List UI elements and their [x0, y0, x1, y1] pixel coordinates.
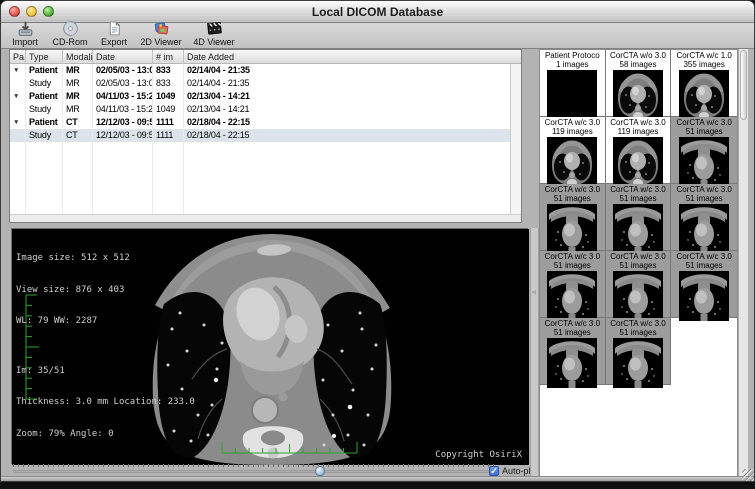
column-header-date[interactable]: Date [93, 50, 153, 63]
table-row[interactable]: StudyMR 04/11/03 - 15:271049 02/13/04 - … [10, 103, 521, 116]
table-row[interactable]: StudyMR 02/05/03 - 13:05833 02/14/04 - 2… [10, 77, 521, 90]
series-thumbnail-selected[interactable]: CorCTA w/c 3.051 images [671, 184, 737, 251]
viewer-overlay-bottom-left: Im: 35/51 Thickness: 3.0 mm Location: 23… [16, 345, 195, 461]
autoplay-checkbox[interactable]: ✓ [489, 466, 499, 476]
column-header-im[interactable]: # im [153, 50, 184, 63]
thumbnail-image [613, 271, 663, 321]
thumbnail-image [679, 137, 729, 187]
table-empty-area [10, 142, 521, 214]
series-thumbnail-selected[interactable]: CorCTA w/c 3.051 images [606, 184, 672, 251]
disclosure-triangle-icon[interactable]: ▼ [13, 67, 19, 74]
4d-viewer-button[interactable]: 4D Viewer [190, 20, 238, 47]
series-thumbnail-selected[interactable]: CorCTA w/c 3.051 images [606, 318, 672, 385]
viewer-copyright: Copyright OsiriX [435, 450, 522, 461]
thumbnail-image [547, 70, 597, 120]
toolbar-label: Export [101, 38, 127, 47]
table-row[interactable]: ▼ PatientCT 12/12/03 - 09:581111 02/18/0… [10, 116, 521, 129]
table-header: Pa. Type Modality Date # im Date Added [10, 50, 521, 64]
column-header-type[interactable]: Type [26, 50, 63, 63]
series-thumbnail[interactable]: CorCTA w/o 3.058 images [606, 50, 672, 117]
import-tray-icon [17, 20, 34, 37]
photos-stack-icon [153, 20, 170, 37]
viewer-overlay-top-left: Image size: 512 x 512 View size: 876 x 4… [16, 232, 130, 348]
table-row[interactable]: ▼ PatientMR 02/05/03 - 13:05833 02/14/04… [10, 64, 521, 77]
series-thumbnail-selected[interactable]: CorCTA w/c 3.051 images [606, 251, 672, 318]
toolbar-label: Import [12, 38, 38, 47]
toolbar-label: CD-Rom [53, 38, 88, 47]
toolbar-label: 2D Viewer [140, 38, 181, 47]
series-thumbnail-selected[interactable]: CorCTA w/c 3.051 images [671, 117, 737, 184]
column-header-pa[interactable]: Pa. [10, 50, 26, 63]
toolbar-label: 4D Viewer [193, 38, 234, 47]
series-thumbnail[interactable]: CorCTA w/c 3.0119 images [540, 117, 606, 184]
clapperboard-icon [206, 20, 223, 37]
thumbnail-image [547, 204, 597, 254]
thumbnail-panel-scrollbar[interactable] [738, 49, 748, 478]
cd-disc-icon [62, 20, 79, 37]
disclosure-triangle-icon[interactable]: ▼ [13, 93, 19, 100]
series-thumbnail[interactable]: CorCTA w/c 3.0119 images [606, 117, 672, 184]
2d-viewer-canvas[interactable]: Image size: 512 x 512 View size: 876 x 4… [11, 228, 528, 464]
panel-splitter[interactable]: ◃ [530, 228, 539, 478]
thumbnail-image [613, 137, 663, 187]
slider-tick-marks [13, 464, 498, 467]
thumbnail-image [679, 271, 729, 321]
series-thumbnail-selected[interactable]: CorCTA w/c 3.051 images [671, 251, 737, 318]
column-header-date-added[interactable]: Date Added [184, 50, 521, 63]
thumbnail-image [547, 271, 597, 321]
resize-grip[interactable] [742, 469, 754, 481]
series-thumbnail-selected[interactable]: CorCTA w/c 3.051 images [540, 184, 606, 251]
splitter-collapse-arrow-icon: ◃ [532, 288, 536, 296]
import-button[interactable]: Import [6, 20, 44, 47]
table-row-selected[interactable]: StudyCT 12/12/03 - 09:581111 02/18/04 - … [10, 129, 521, 142]
table-vertical-scrollbar[interactable] [510, 64, 521, 214]
thumbnail-image [547, 338, 597, 388]
thumbnail-image [613, 70, 663, 120]
image-slider[interactable] [13, 470, 498, 473]
2d-viewer-button[interactable]: 2D Viewer [137, 20, 185, 47]
thumbnail-image [679, 204, 729, 254]
window-bottom-edge [1, 476, 754, 481]
local-dicom-database-window: Local DICOM Database Import CD-Rom Expor… [0, 0, 755, 482]
table-horizontal-scrollbar[interactable] [10, 214, 521, 222]
series-thumbnail[interactable]: CorCTA w/c 1.0355 images [671, 50, 737, 117]
disclosure-triangle-icon[interactable]: ▼ [13, 119, 19, 126]
series-thumbnail-selected[interactable]: CorCTA w/c 3.051 images [540, 318, 606, 385]
thumbnail-image [613, 204, 663, 254]
window-title: Local DICOM Database [1, 5, 754, 19]
series-thumbnail-selected[interactable]: CorCTA w/c 3.051 images [540, 251, 606, 318]
thumbnail-image [613, 338, 663, 388]
database-table: Pa. Type Modality Date # im Date Added ▼… [9, 49, 522, 223]
table-row[interactable]: ▼ PatientMR 04/11/03 - 15:271049 02/13/0… [10, 90, 521, 103]
cdrom-button[interactable]: CD-Rom [49, 20, 91, 47]
document-icon [106, 20, 123, 37]
toolbar: Import CD-Rom Export 2D Viewer 4D Viewer [1, 23, 754, 49]
thumbnail-image [679, 70, 729, 120]
slider-thumb[interactable] [315, 466, 325, 476]
thumbnail-image [547, 137, 597, 187]
column-header-modality[interactable]: Modality [63, 50, 93, 63]
series-thumbnail[interactable]: Patient Protoco1 images [540, 50, 606, 117]
series-thumbnail-panel: Patient Protoco1 images CorCTA w/o 3.058… [539, 49, 738, 478]
export-button[interactable]: Export [96, 20, 132, 47]
